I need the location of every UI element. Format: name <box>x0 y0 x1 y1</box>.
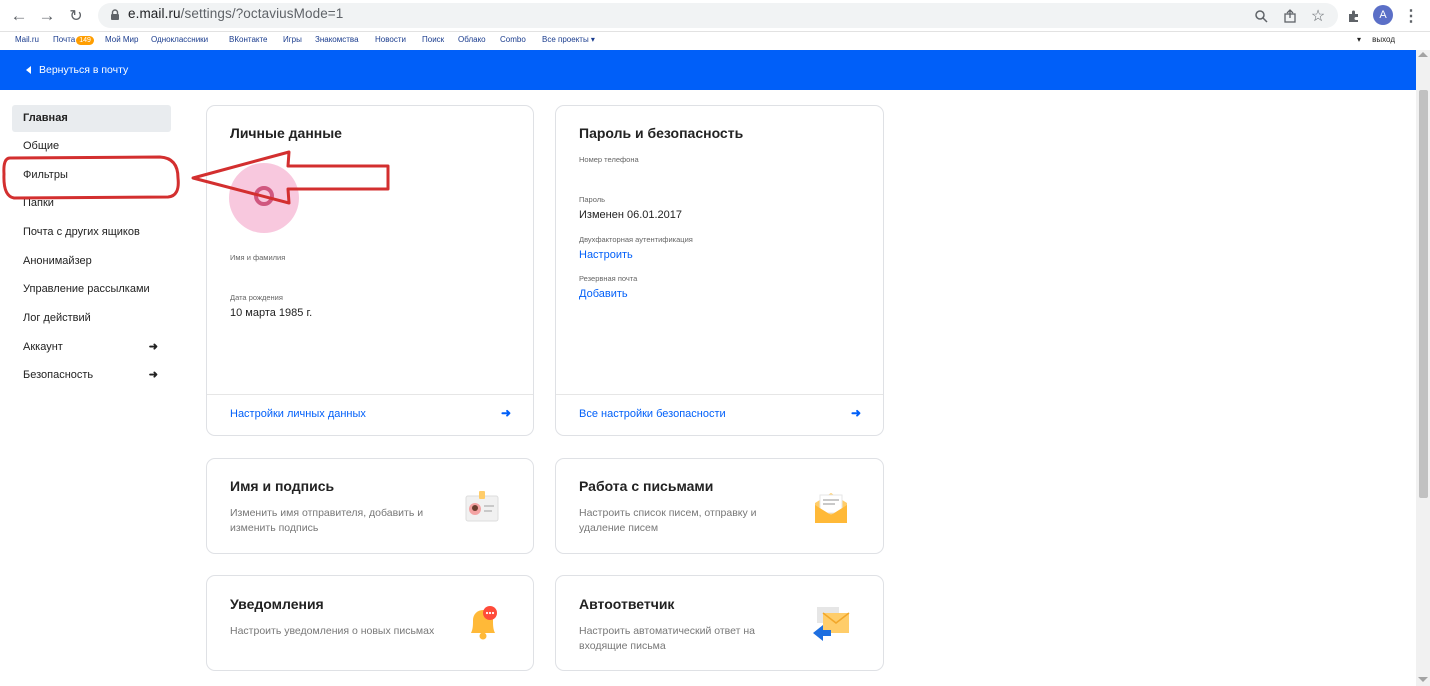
back-triangle-icon <box>26 66 31 74</box>
sidebar-item-label: Общие <box>23 140 60 152</box>
card-title: Уведомления <box>230 596 324 612</box>
url-path: /settings/?octaviusMode=1 <box>180 6 344 21</box>
card-footer[interactable]: Настройки личных данных ➜ <box>207 394 533 435</box>
portal-link-search[interactable]: Поиск <box>422 35 444 44</box>
sidebar-item-security[interactable]: Безопасность ➜ <box>12 362 171 389</box>
phone-label: Номер телефона <box>579 155 639 164</box>
portal-link-cloud[interactable]: Облако <box>458 35 486 44</box>
sidebar-item-main[interactable]: Главная <box>12 105 171 132</box>
signature-card[interactable]: Имя и подпись Изменить имя отправителя, … <box>206 458 534 554</box>
autoreply-icon <box>813 607 850 641</box>
logout-label: выход <box>1372 35 1395 44</box>
sidebar-item-label: Почта с других ящиков <box>23 226 140 238</box>
bell-icon <box>471 606 497 640</box>
personal-settings-link[interactable]: Настройки личных данных <box>230 408 366 420</box>
portal-link-dating[interactable]: Знакомства <box>315 35 359 44</box>
back-to-mail-label: Вернуться в почту <box>39 64 129 76</box>
reload-icon[interactable]: ↻ <box>65 5 87 27</box>
portal-link-mailru[interactable]: Mail.ru <box>15 35 39 44</box>
sidebar-item-general[interactable]: Общие <box>12 133 171 160</box>
autoreply-card[interactable]: Автоответчик Настроить автоматический от… <box>555 575 884 671</box>
signature-icon <box>465 491 499 522</box>
zoom-icon[interactable] <box>1250 5 1272 27</box>
portal-link-mail-label: Почта <box>53 35 76 44</box>
card-description: Настроить автоматический ответ на входящ… <box>579 625 755 652</box>
avatar-placeholder-icon <box>254 186 274 206</box>
scroll-up-icon[interactable] <box>1418 52 1428 57</box>
forward-arrow-icon[interactable]: → <box>36 5 58 27</box>
twofa-label: Двухфакторная аутентификация <box>579 235 693 244</box>
back-to-mail-link[interactable]: Вернуться в почту <box>26 64 128 76</box>
security-card: Пароль и безопасность Номер телефона Пар… <box>555 105 884 436</box>
share-icon[interactable] <box>1279 5 1301 27</box>
card-title: Личные данные <box>230 125 342 141</box>
browser-toolbar: ← → ↻ e.mail.ru/settings/?octaviusMode=1… <box>0 0 1430 32</box>
sidebar-item-anonymizer[interactable]: Анонимайзер <box>12 248 171 275</box>
scroll-down-icon[interactable] <box>1418 677 1428 682</box>
personal-data-card: Личные данные Имя и фамилия Дата рождени… <box>206 105 534 436</box>
letter-icon <box>815 493 847 523</box>
address-url[interactable]: e.mail.ru/settings/?octaviusMode=1 <box>128 6 343 21</box>
sidebar-item-account[interactable]: Аккаунт ➜ <box>12 334 171 361</box>
password-label: Пароль <box>579 195 606 204</box>
sidebar-item-label: Лог действий <box>23 312 91 324</box>
birth-label: Дата рождения <box>230 293 283 302</box>
card-title: Имя и подпись <box>230 478 335 494</box>
sidebar-item-label: Безопасность <box>23 369 94 381</box>
portal-link-mail[interactable]: Почта 149 <box>53 35 94 45</box>
arrow-right-icon: ➜ <box>148 369 158 381</box>
card-description: Настроить список писем, отправку и удале… <box>579 507 757 534</box>
card-description: Настроить уведомления о новых письмах <box>230 625 435 637</box>
security-settings-link[interactable]: Все настройки безопасности <box>579 408 726 420</box>
mail-count-badge: 149 <box>76 36 94 45</box>
settings-header: Вернуться в почту <box>0 50 1416 90</box>
scrollbar-thumb[interactable] <box>1419 90 1428 498</box>
sidebar-item-label: Управление рассылками <box>23 283 150 295</box>
mail-handling-card[interactable]: Работа с письмами Настроить список писем… <box>555 458 884 554</box>
birth-value: 10 марта 1985 г. <box>230 307 313 319</box>
portal-link-ok[interactable]: Одноклассники <box>151 35 208 44</box>
sidebar-item-folders[interactable]: Папки <box>12 190 171 217</box>
password-value: Изменен 06.01.2017 <box>579 209 683 221</box>
card-title: Пароль и безопасность <box>579 125 744 141</box>
notifications-card[interactable]: Уведомления Настроить уведомления о новы… <box>206 575 534 671</box>
lock-icon <box>111 9 119 20</box>
star-icon[interactable]: ☆ <box>1307 5 1329 27</box>
back-arrow-icon[interactable]: ← <box>8 5 30 27</box>
backup-email-add-link[interactable]: Добавить <box>579 288 628 300</box>
sidebar-item-label: Фильтры <box>23 169 68 181</box>
sidebar-item-label: Папки <box>23 197 54 209</box>
portal-link-games[interactable]: Игры <box>283 35 302 44</box>
portal-bar: Mail.ru Почта 149 Мой Мир Одноклассники В… <box>0 32 1416 49</box>
portal-link-vk[interactable]: ВКонтакте <box>229 35 268 44</box>
sidebar-item-filters[interactable]: Фильтры <box>12 162 171 189</box>
card-title: Работа с письмами <box>579 478 714 494</box>
sidebar-item-label: Главная <box>23 112 68 124</box>
extensions-icon[interactable] <box>1343 5 1365 27</box>
sidebar-item-label: Аккаунт <box>23 341 63 353</box>
name-label: Имя и фамилия <box>230 253 286 262</box>
card-description: Изменить имя отправителя, добавить и изм… <box>230 507 424 534</box>
portal-link-myworld[interactable]: Мой Мир <box>105 35 138 44</box>
menu-dots-icon[interactable]: ⋮ <box>1400 5 1422 27</box>
logout-chevron-icon: ▾ <box>1357 35 1362 44</box>
card-footer[interactable]: Все настройки безопасности ➜ <box>556 394 883 435</box>
url-host: e.mail.ru <box>128 6 181 21</box>
portal-link-news[interactable]: Новости <box>375 35 406 44</box>
twofa-setup-link[interactable]: Настроить <box>579 249 633 261</box>
sidebar-item-subscriptions[interactable]: Управление рассылками <box>12 276 171 303</box>
sidebar-item-activity-log[interactable]: Лог действий <box>12 305 171 332</box>
arrow-right-icon: ➜ <box>500 406 511 420</box>
card-title: Автоответчик <box>579 596 675 612</box>
arrow-right-icon: ➜ <box>148 341 158 353</box>
sidebar-item-other-mailboxes[interactable]: Почта с других ящиков <box>12 219 171 246</box>
profile-avatar[interactable]: A <box>1373 5 1393 25</box>
portal-link-combo[interactable]: Combo <box>500 35 526 44</box>
sidebar-item-label: Анонимайзер <box>23 255 92 267</box>
arrow-right-icon: ➜ <box>850 406 861 420</box>
portal-link-all-projects[interactable]: Все проекты ▾ <box>542 35 595 44</box>
logout-link[interactable]: ▾ выход <box>1357 35 1395 44</box>
backup-email-label: Резервная почта <box>579 274 638 283</box>
